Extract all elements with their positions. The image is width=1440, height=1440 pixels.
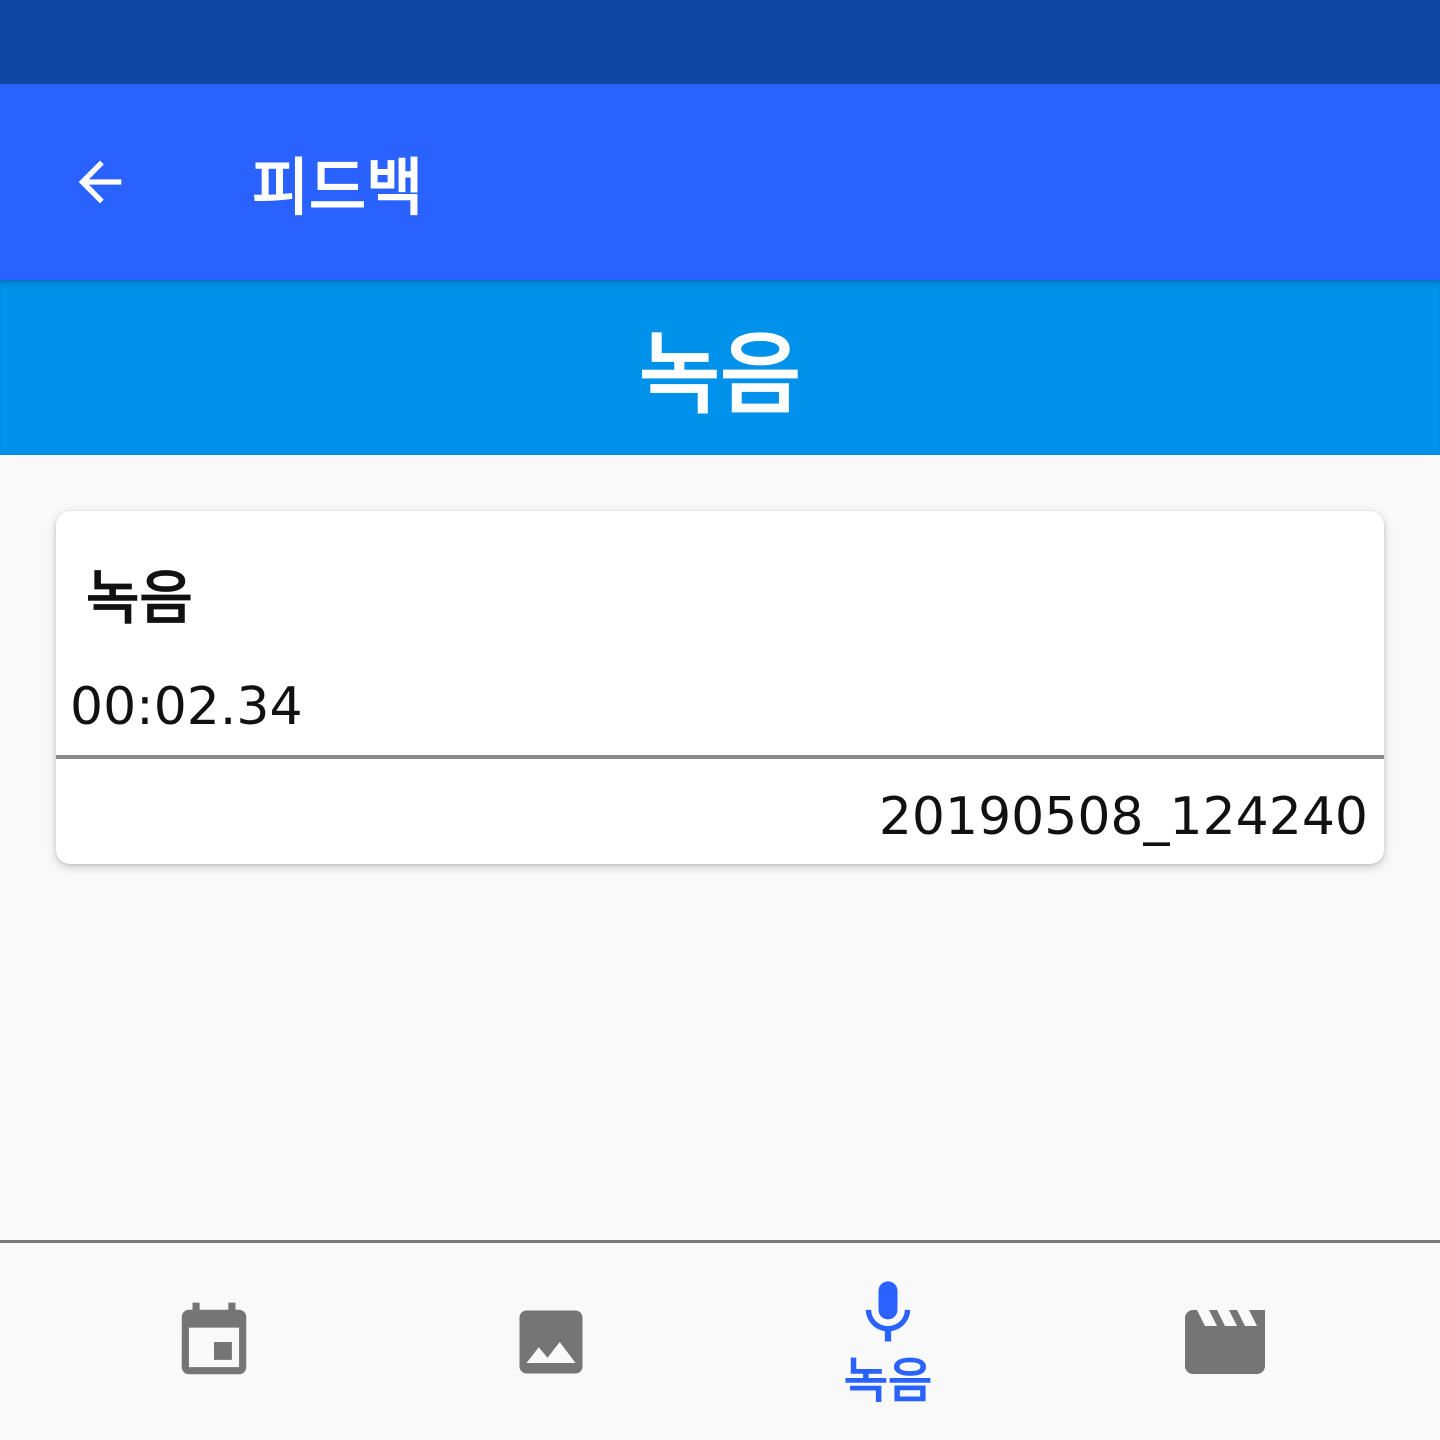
section-title: 녹음 [639, 323, 801, 426]
calendar-event-icon [181, 1302, 247, 1374]
bottom-navigation: 녹음 [0, 1243, 1440, 1440]
recording-duration: 00:02.34 [70, 677, 303, 737]
page-title: 피드백 [252, 151, 424, 224]
nav-item-recording[interactable]: 녹음 [708, 1243, 1068, 1440]
nav-label-recording: 녹음 [843, 1352, 933, 1409]
nav-item-image[interactable] [371, 1243, 731, 1440]
image-icon [519, 1310, 583, 1373]
nav-item-calendar[interactable] [34, 1243, 394, 1440]
arrow-back-icon [78, 160, 122, 204]
movie-clapper-icon [1185, 1309, 1265, 1374]
recording-title: 녹음 [86, 564, 193, 632]
back-button[interactable] [58, 140, 142, 224]
section-header: 녹음 [0, 280, 1440, 455]
recording-card[interactable]: 녹음 00:02.34 20190508_124240 [56, 511, 1384, 864]
mic-icon [865, 1280, 911, 1341]
app-bar: 피드백 [0, 84, 1440, 280]
nav-item-video[interactable] [1045, 1243, 1405, 1440]
recording-filename: 20190508_124240 [878, 787, 1368, 847]
card-divider [56, 755, 1384, 759]
status-bar [0, 0, 1440, 84]
